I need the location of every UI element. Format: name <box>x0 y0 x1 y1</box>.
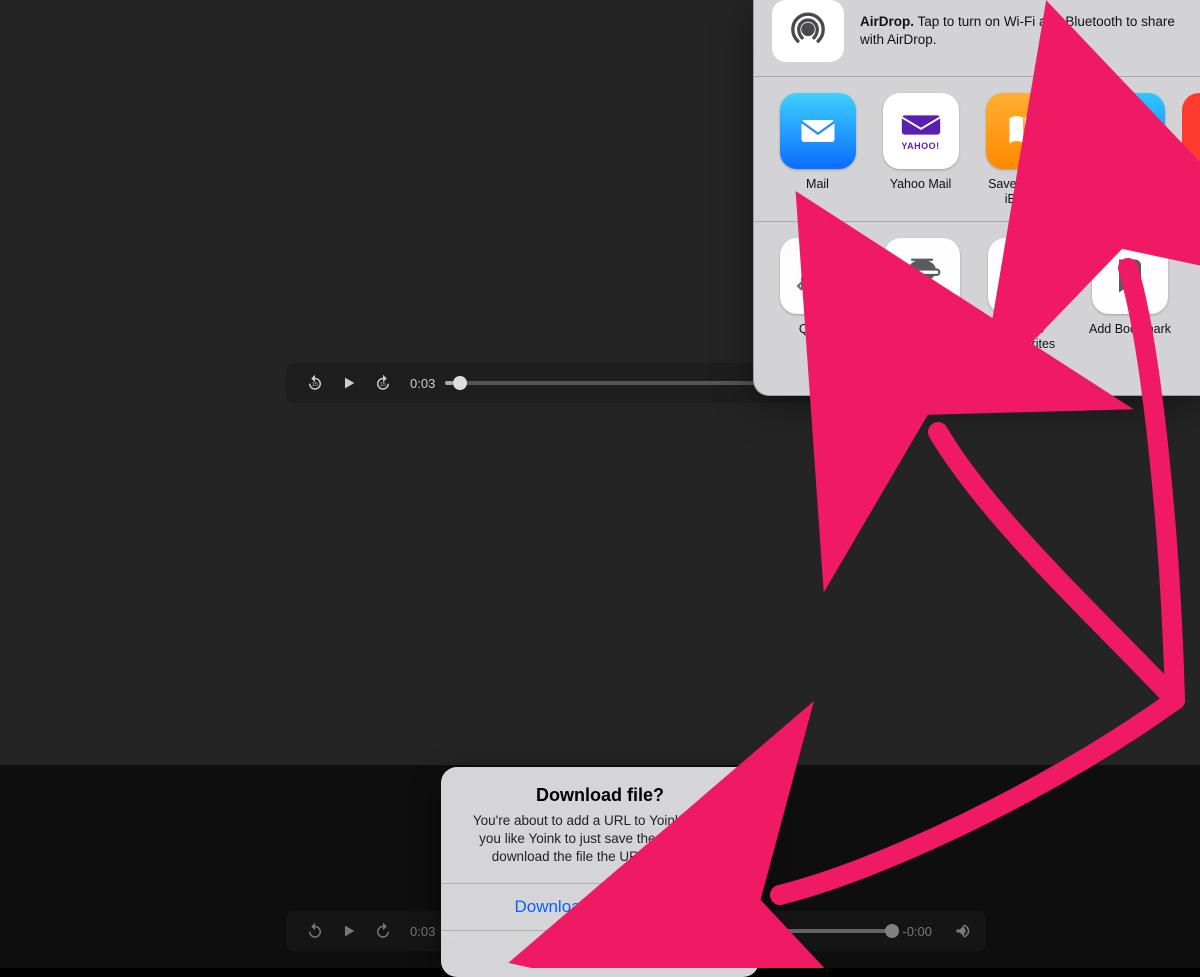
remaining-time: -0:00 <box>902 924 932 939</box>
share-app-mail[interactable]: Mail <box>766 93 869 192</box>
share-app-yahoo-mail[interactable]: YAHOO! Yahoo Mail <box>869 93 972 192</box>
share-app-ibooks[interactable]: Save PDF to iBooks <box>972 93 1075 207</box>
share-app-row-1: Mail YAHOO! Yahoo Mail Save PDF to iBook… <box>754 77 1200 222</box>
share-action-row: QuiQR Keep in Gladys Add to Favourites A… <box>754 222 1200 366</box>
svg-text:15: 15 <box>380 382 386 388</box>
forward-15-icon[interactable]: 15 <box>370 370 396 396</box>
airdrop-text: AirDrop. Tap to turn on Wi-Fi and Blueto… <box>860 13 1182 49</box>
share-action-quiqr[interactable]: QuiQR <box>766 238 870 337</box>
share-action-bookmark[interactable]: Add Bookmark <box>1078 238 1182 337</box>
alert-option-save-url[interactable]: Save URL in Yoink <box>441 930 759 977</box>
elapsed-time: 0:03 <box>410 376 435 391</box>
download-alert: Download file? You're about to add a URL… <box>441 767 759 977</box>
alert-message: You're about to add a URL to Yoink. Woul… <box>461 812 739 867</box>
rewind-15-icon[interactable] <box>302 918 328 944</box>
play-icon[interactable] <box>336 370 362 396</box>
forward-15-icon[interactable] <box>370 918 396 944</box>
elapsed-time: 0:03 <box>410 924 435 939</box>
airdrop-row[interactable]: AirDrop. Tap to turn on Wi-Fi and Blueto… <box>754 0 1200 77</box>
svg-text:15: 15 <box>312 382 318 388</box>
play-icon[interactable] <box>336 918 362 944</box>
volume-control[interactable] <box>954 921 974 941</box>
share-app-yoink[interactable]: Add to Yoink <box>1075 93 1178 192</box>
rewind-15-icon[interactable]: 15 <box>302 370 328 396</box>
alert-option-download[interactable]: Download File in Yoink <box>441 883 759 930</box>
airdrop-icon <box>772 0 844 62</box>
share-action-favourites[interactable]: Add to Favourites <box>974 238 1078 352</box>
share-sheet: AirDrop. Tap to turn on Wi-Fi and Blueto… <box>753 0 1200 396</box>
alert-title: Download file? <box>461 785 739 806</box>
share-action-gladys[interactable]: Keep in Gladys <box>870 238 974 337</box>
